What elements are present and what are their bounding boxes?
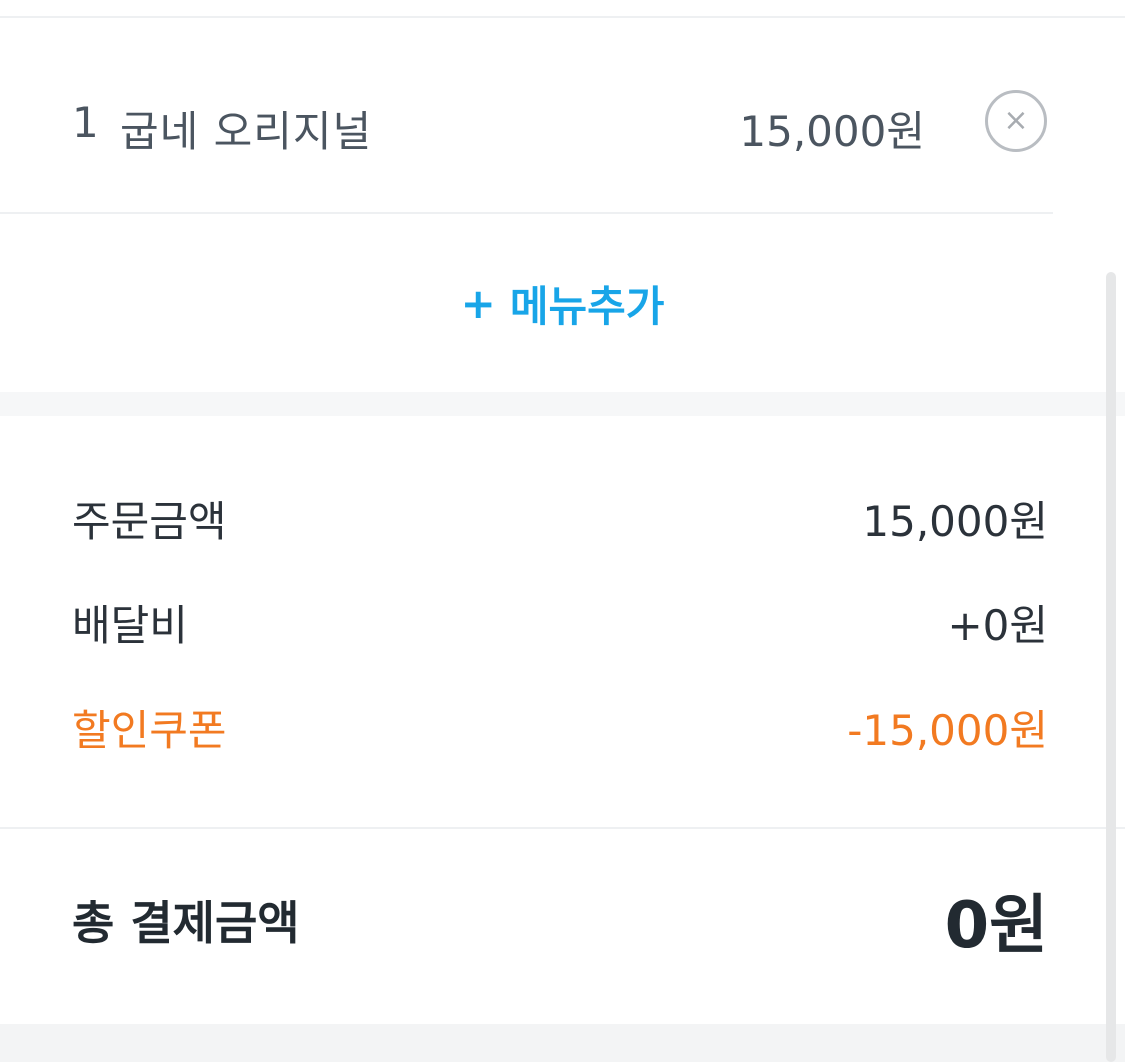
total-payment-label: 총 결제금액 bbox=[72, 896, 300, 950]
item-name: 굽네 오리지널 bbox=[120, 107, 373, 156]
discount-coupon-row: 할인쿠폰 -15,000원 bbox=[72, 697, 1048, 757]
section-separator bbox=[0, 392, 1125, 416]
bottom-separator bbox=[0, 1024, 1125, 1062]
close-circle-icon: × bbox=[1003, 103, 1029, 138]
delivery-fee-value: +0원 bbox=[947, 600, 1048, 650]
order-amount-value: 15,000원 bbox=[862, 496, 1048, 546]
add-menu-button[interactable]: + 메뉴추가 bbox=[0, 214, 1125, 392]
total-payment-value: 0원 bbox=[944, 889, 1048, 963]
order-amount-label: 주문금액 bbox=[72, 496, 227, 546]
delivery-fee-label: 배달비 bbox=[72, 600, 188, 650]
delivery-fee-row: 배달비 +0원 bbox=[72, 592, 1048, 652]
payment-summary: 주문금액 15,000원 배달비 +0원 할인쿠폰 -15,000원 bbox=[0, 416, 1125, 828]
discount-coupon-value: -15,000원 bbox=[847, 705, 1048, 755]
total-payment-row: 총 결제금액 0원 bbox=[72, 875, 1048, 965]
remove-item-button[interactable]: × bbox=[985, 90, 1047, 152]
add-menu-label: 메뉴추가 bbox=[509, 281, 665, 331]
order-amount-row: 주문금액 15,000원 bbox=[72, 488, 1048, 548]
order-item-row: 1 굽네 오리지널 15,000원 × bbox=[0, 20, 1053, 214]
total-divider bbox=[0, 827, 1125, 829]
item-price: 15,000원 bbox=[739, 107, 925, 156]
top-divider bbox=[0, 0, 1125, 18]
plus-icon: + bbox=[460, 278, 496, 328]
discount-coupon-label: 할인쿠폰 bbox=[72, 705, 227, 755]
scrollbar[interactable] bbox=[1106, 272, 1116, 1062]
item-quantity: 1 bbox=[72, 98, 99, 147]
